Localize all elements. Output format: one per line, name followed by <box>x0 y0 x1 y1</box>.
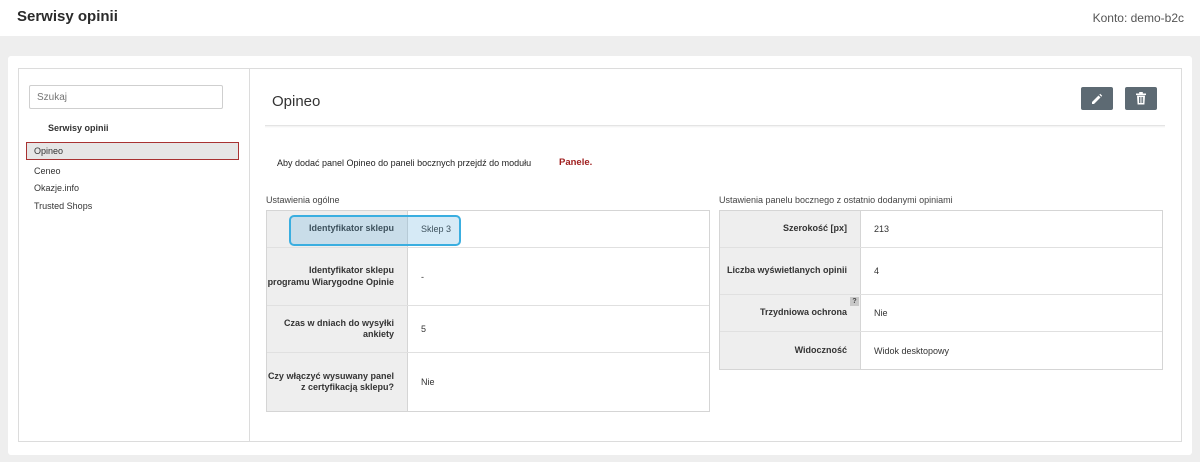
edit-button[interactable] <box>1081 87 1113 110</box>
row-value: 5 <box>421 324 427 334</box>
sidepanel-settings-label: Ustawienia panelu bocznego z ostatnio do… <box>719 195 953 205</box>
row-label: Liczba wyświetlanych opinii <box>720 248 861 294</box>
sidebar-item-ceneo[interactable]: Ceneo <box>34 166 61 176</box>
sidebar-item-opineo[interactable]: Opineo <box>26 142 239 160</box>
section-title: Opineo <box>272 93 321 110</box>
row-label: Identyfikator sklepu programu Wiarygodne… <box>267 248 408 305</box>
row-value: Nie <box>421 377 435 387</box>
help-icon[interactable]: ? <box>850 297 859 306</box>
row-label: Widoczność <box>720 332 861 369</box>
row-value: Nie <box>874 308 888 318</box>
page-title: Serwisy opinii <box>17 8 118 25</box>
account-label: Konto: demo-b2c <box>1092 11 1184 25</box>
row-value: 4 <box>874 266 880 276</box>
sidebar-item-okazje[interactable]: Okazje.info <box>34 183 79 193</box>
sidepanel-settings-table: Szerokość [px] 213 Liczba wyświetlanych … <box>719 210 1163 370</box>
table-row: Widoczność Widok desktopowy <box>720 332 1162 369</box>
panels-link[interactable]: Panele. <box>559 157 592 168</box>
table-row: Czas w dniach do wysyłki ankiety 5 <box>267 306 709 353</box>
row-value: Widok desktopowy <box>874 345 950 356</box>
row-label: Czas w dniach do wysyłki ankiety <box>267 306 408 352</box>
pencil-icon <box>1092 93 1103 104</box>
main-panel: Opineo Aby dodać panel Opineo do paneli … <box>251 69 1181 441</box>
delete-button[interactable] <box>1125 87 1157 110</box>
top-bar: Serwisy opinii Konto: demo-b2c <box>0 0 1200 36</box>
search-input[interactable] <box>29 85 223 109</box>
table-row: Szerokość [px] 213 <box>720 211 1162 248</box>
table-row: Liczba wyświetlanych opinii 4 <box>720 248 1162 295</box>
row-label: Trzydniowa ochrona <box>720 295 861 331</box>
row-value: 213 <box>874 224 890 234</box>
sidebar-heading: Serwisy opinii <box>48 123 109 133</box>
row-label: Szerokość [px] <box>720 211 861 247</box>
table-row: Trzydniowa ochrona ? Nie <box>720 295 1162 332</box>
trash-icon <box>1136 92 1146 105</box>
sidebar: Serwisy opinii Opineo Ceneo Okazje.info … <box>19 69 250 441</box>
table-row: Czy włączyć wysuwany panel z certyfikacj… <box>267 353 709 411</box>
row-label: Czy włączyć wysuwany panel z certyfikacj… <box>267 353 408 411</box>
content-card: Serwisy opinii Opineo Ceneo Okazje.info … <box>8 56 1192 455</box>
table-row: Identyfikator sklepu programu Wiarygodne… <box>267 248 709 306</box>
info-text: Aby dodać panel Opineo do paneli bocznyc… <box>277 158 532 168</box>
sidebar-item-trusted-shops[interactable]: Trusted Shops <box>34 201 92 211</box>
general-settings-label: Ustawienia ogólne <box>266 195 340 205</box>
highlight-box <box>289 215 461 246</box>
divider <box>265 125 1165 128</box>
content-frame: Serwisy opinii Opineo Ceneo Okazje.info … <box>18 68 1182 442</box>
row-value: - <box>421 271 424 282</box>
